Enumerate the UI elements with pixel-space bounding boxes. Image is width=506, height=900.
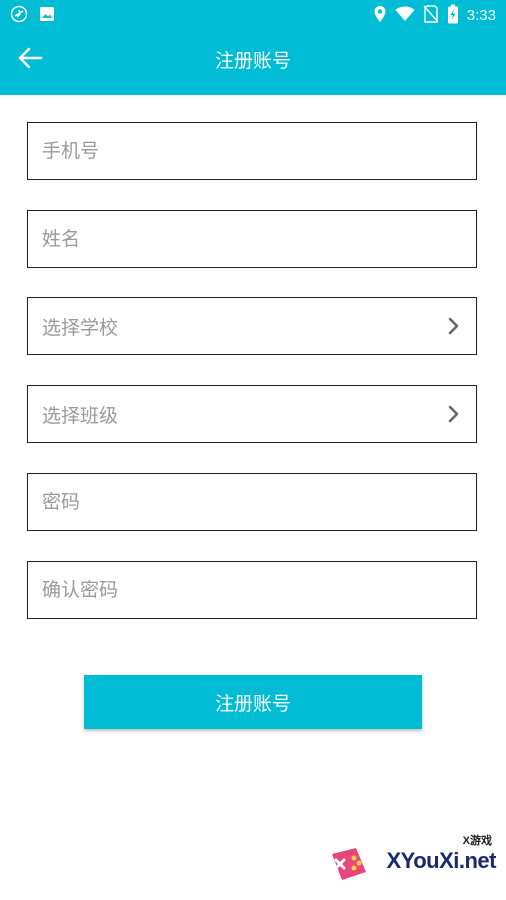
chevron-right-icon (444, 316, 464, 336)
name-field[interactable] (27, 210, 477, 268)
image-icon (38, 5, 56, 27)
arrow-left-icon (17, 47, 43, 73)
airplane-circle-icon (10, 5, 28, 27)
location-icon (373, 5, 387, 27)
chevron-right-icon (444, 404, 464, 424)
watermark-big-text: XYouXi.net (386, 848, 497, 873)
school-select-label: 选择学校 (42, 316, 119, 339)
phone-field[interactable] (27, 122, 477, 180)
gamepad-logo-icon (332, 848, 366, 880)
confirm-password-field[interactable] (27, 561, 477, 619)
status-left-icons (10, 5, 56, 27)
watermark: X游戏 XYouXi.net (326, 830, 496, 890)
school-select[interactable]: 选择学校 (27, 297, 477, 355)
app-header: 3:33 注册账号 (0, 0, 506, 95)
watermark-small-text: X游戏 (462, 835, 492, 847)
confirm-password-input[interactable] (28, 562, 476, 618)
name-input[interactable] (28, 211, 476, 267)
status-time: 3:33 (466, 7, 496, 24)
status-right-icons: 3:33 (373, 4, 496, 28)
class-select-label: 选择班级 (42, 404, 119, 427)
password-input[interactable] (28, 474, 476, 530)
wifi-icon (395, 6, 415, 26)
back-button[interactable] (10, 40, 50, 80)
status-bar: 3:33 (0, 0, 506, 28)
page-title: 注册账号 (214, 50, 291, 72)
register-button[interactable]: 注册账号 (84, 675, 422, 729)
no-sim-icon (423, 5, 439, 27)
password-field[interactable] (27, 473, 477, 531)
phone-input[interactable] (28, 123, 476, 179)
toolbar: 注册账号 (0, 28, 506, 95)
battery-charging-icon (447, 4, 459, 28)
class-select[interactable]: 选择班级 (27, 385, 477, 443)
